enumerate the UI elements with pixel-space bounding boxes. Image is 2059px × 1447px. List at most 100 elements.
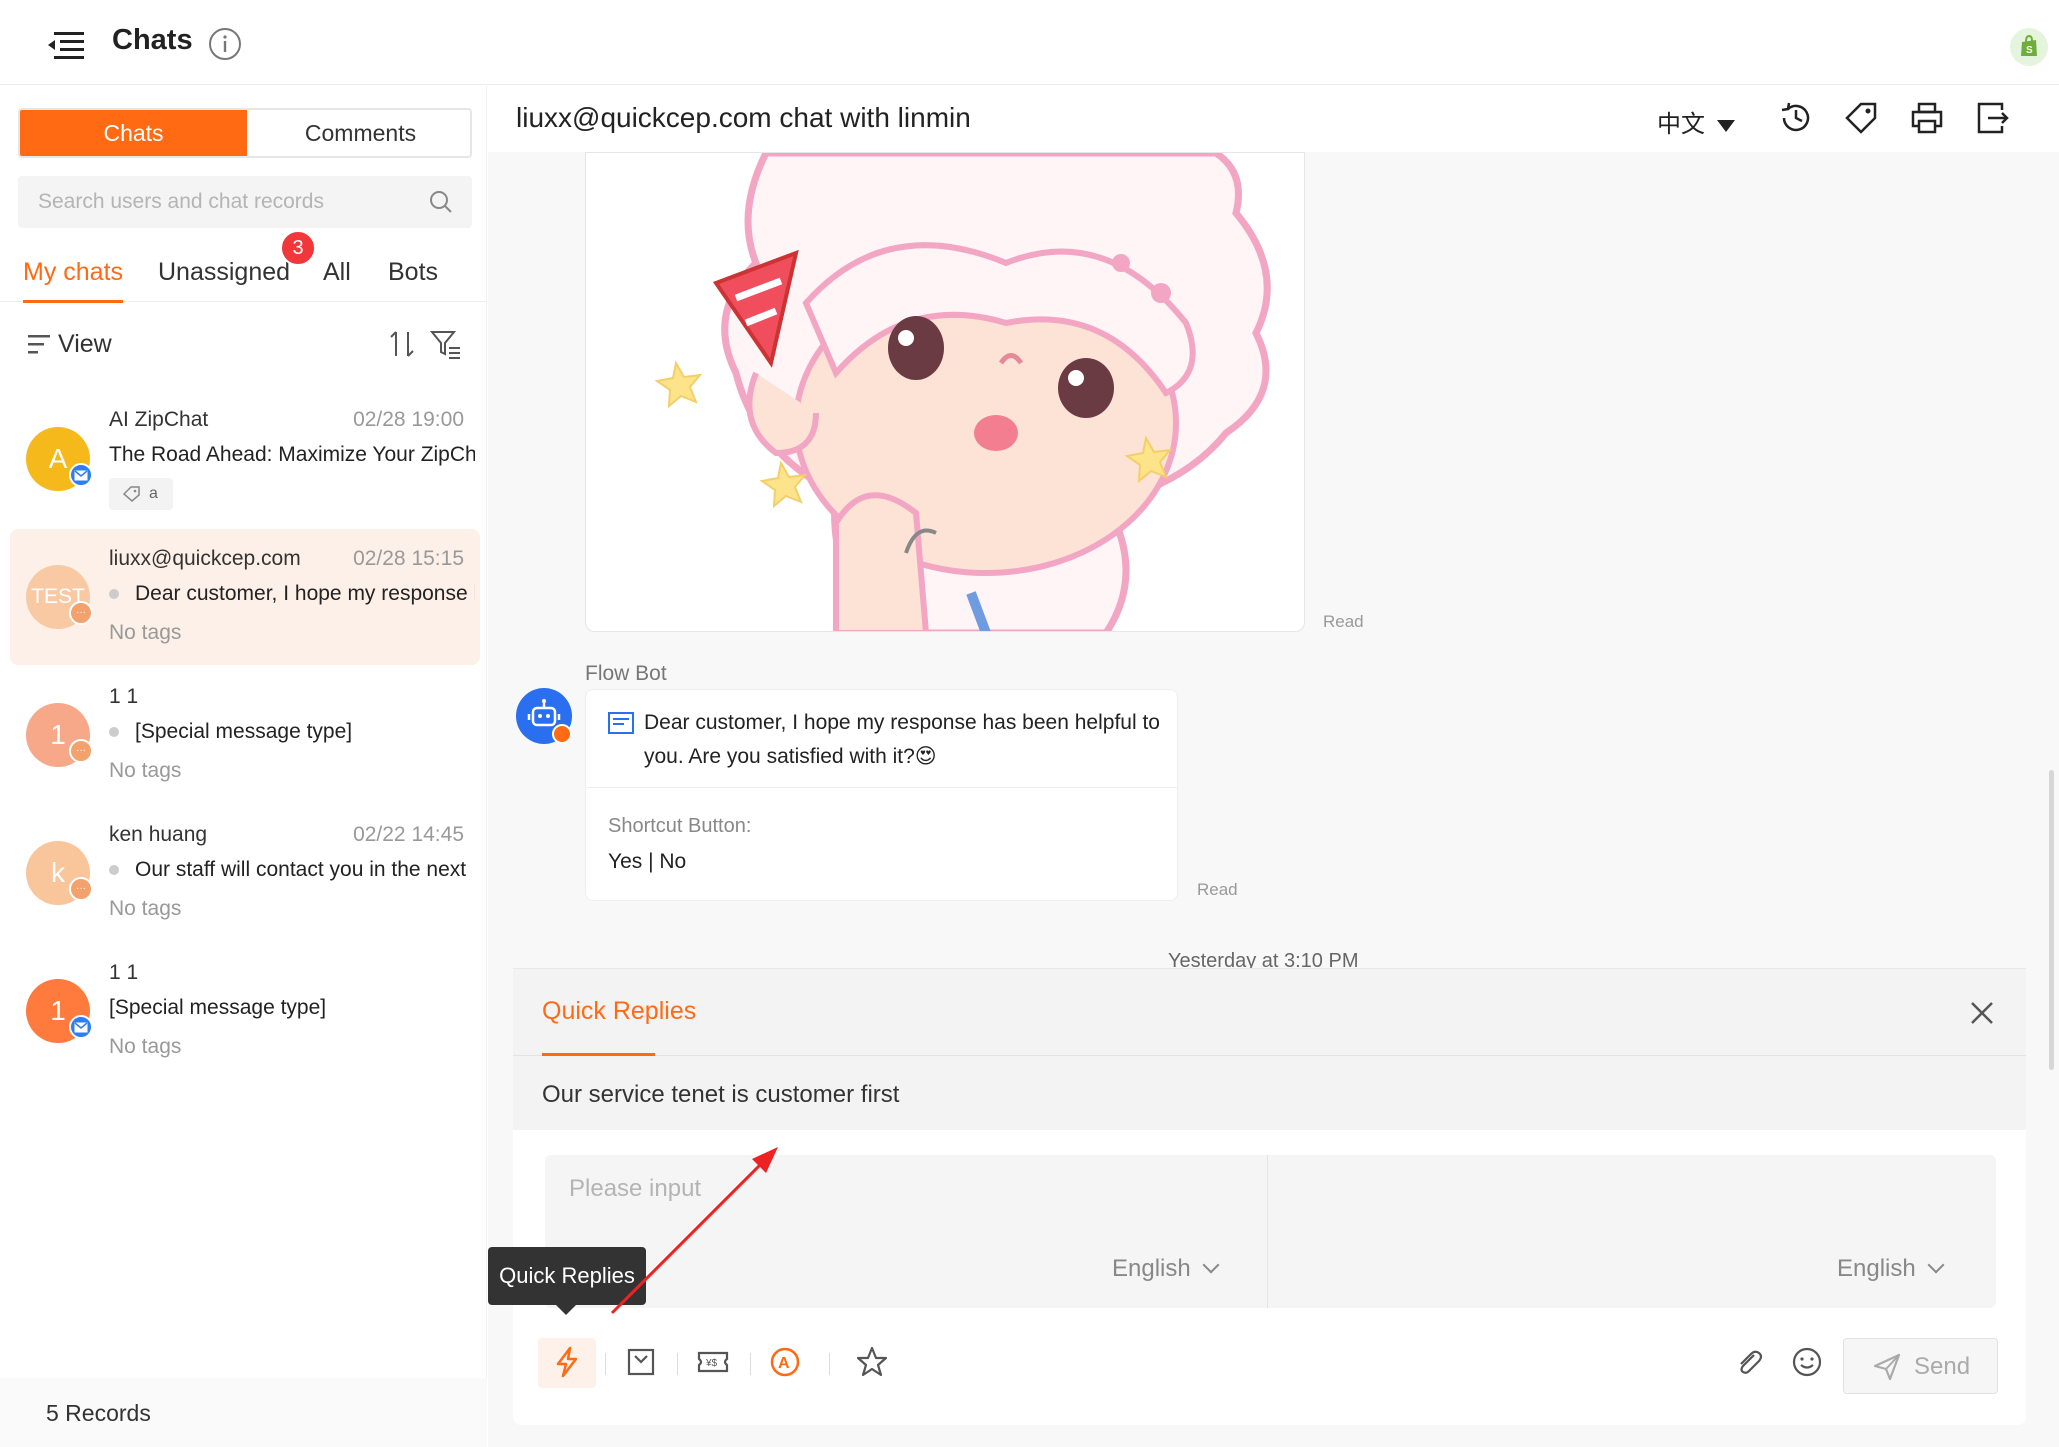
emoji-icon[interactable] bbox=[1790, 1345, 1824, 1379]
divider bbox=[513, 1055, 2026, 1056]
chat-tags: No tags bbox=[109, 621, 182, 644]
chat-icon: ··· bbox=[69, 739, 93, 763]
send-icon bbox=[1873, 1353, 1901, 1381]
scrollbar[interactable] bbox=[2049, 770, 2054, 1070]
close-icon[interactable] bbox=[1968, 999, 1996, 1027]
star-icon[interactable] bbox=[855, 1345, 889, 1379]
ai-assistant-icon[interactable]: A bbox=[768, 1345, 802, 1379]
status-dot bbox=[109, 589, 119, 600]
chat-header: liuxx@quickcep.com chat with linmin 中文 bbox=[488, 86, 2059, 152]
tab-chats[interactable]: Chats bbox=[20, 110, 247, 156]
chat-tags: No tags bbox=[109, 759, 182, 782]
quick-replies-title[interactable]: Quick Replies bbox=[542, 997, 696, 1026]
records-footer: 5 Records bbox=[0, 1378, 487, 1447]
divider bbox=[677, 1353, 678, 1375]
menu-collapse-icon[interactable] bbox=[46, 28, 86, 64]
view-label[interactable]: View bbox=[58, 330, 112, 359]
svg-text:S: S bbox=[2026, 45, 2033, 56]
source-language-select[interactable]: English bbox=[1112, 1255, 1220, 1283]
tag-icon bbox=[123, 486, 140, 502]
divider bbox=[586, 787, 1177, 788]
chat-preview: Dear customer, I hope my response has be… bbox=[109, 582, 475, 606]
shortcut-buttons[interactable]: Yes | No bbox=[608, 850, 686, 874]
divider bbox=[750, 1353, 751, 1375]
search-input[interactable]: Search users and chat records bbox=[18, 176, 472, 228]
exit-icon[interactable] bbox=[1974, 100, 2010, 136]
chat-list-item[interactable]: A AI ZipChat 02/28 19:00 The Road Ahead:… bbox=[10, 393, 480, 529]
sticker-image bbox=[586, 153, 1304, 631]
status-dot bbox=[109, 727, 119, 738]
message-input[interactable]: Please input English English bbox=[545, 1155, 1996, 1308]
mail-icon bbox=[69, 463, 93, 487]
page-title: Chats bbox=[112, 24, 193, 56]
bot-avatar bbox=[516, 688, 572, 744]
svg-text:¥$: ¥$ bbox=[705, 1358, 718, 1369]
chat-time: 02/28 15:15 bbox=[353, 547, 464, 570]
tag-icon[interactable] bbox=[1843, 100, 1879, 136]
ticket-icon[interactable]: ¥$ bbox=[696, 1345, 730, 1379]
bot-message-bubble: Dear customer, I hope my response has be… bbox=[585, 689, 1178, 901]
chat-list-item[interactable]: 1 1 1 [Special message type] No tags bbox=[10, 943, 480, 1079]
attachment-icon[interactable] bbox=[1732, 1345, 1766, 1379]
chat-preview: [Special message type] bbox=[109, 996, 327, 1019]
mail-icon bbox=[69, 1015, 93, 1039]
records-count: 5 Records bbox=[46, 1400, 151, 1426]
target-language-select[interactable]: English bbox=[1837, 1255, 1945, 1283]
chat-icon: ··· bbox=[69, 877, 93, 901]
chat-list-item[interactable]: 1 ··· 1 1 [Special message type] No tags bbox=[10, 667, 480, 803]
chat-time: 02/22 14:45 bbox=[353, 823, 464, 846]
chat-time: 02/28 19:00 bbox=[353, 408, 464, 431]
chat-preview: [Special message type] bbox=[109, 720, 475, 744]
tab-unassigned[interactable]: Unassigned bbox=[158, 258, 290, 287]
chat-type-switch: Chats Comments bbox=[18, 108, 472, 158]
send-label: Send bbox=[1914, 1353, 1971, 1380]
list-view-icon[interactable] bbox=[28, 332, 54, 356]
filter-icon[interactable] bbox=[430, 328, 462, 360]
quick-replies-tooltip: Quick Replies bbox=[488, 1247, 646, 1315]
tab-comments[interactable]: Comments bbox=[247, 110, 470, 156]
info-icon[interactable] bbox=[208, 27, 242, 61]
divider bbox=[1267, 1155, 1268, 1308]
history-icon[interactable] bbox=[1778, 100, 1814, 136]
search-icon[interactable] bbox=[428, 189, 454, 215]
sort-icon[interactable] bbox=[388, 328, 416, 360]
tab-my-chats[interactable]: My chats bbox=[23, 258, 124, 303]
tab-all[interactable]: All bbox=[323, 258, 351, 287]
send-button[interactable]: Send bbox=[1843, 1338, 1998, 1394]
active-tab-indicator bbox=[542, 1053, 655, 1056]
tag-label: a bbox=[149, 485, 158, 502]
read-status: Read bbox=[1197, 880, 1238, 899]
tab-bots[interactable]: Bots bbox=[388, 258, 438, 287]
chat-name: 1 1 bbox=[109, 685, 139, 708]
chat-tags: No tags bbox=[109, 1035, 182, 1058]
unassigned-count-badge: 3 bbox=[280, 230, 316, 266]
image-message[interactable] bbox=[585, 152, 1305, 632]
save-icon[interactable] bbox=[624, 1345, 658, 1379]
chat-name: liuxx@quickcep.com bbox=[109, 547, 301, 570]
language-select[interactable]: 中文 bbox=[1657, 104, 1735, 139]
chevron-down-icon bbox=[1927, 1256, 1945, 1274]
chat-icon: ··· bbox=[69, 601, 93, 625]
shopify-icon[interactable]: S bbox=[2010, 28, 2048, 66]
print-icon[interactable] bbox=[1909, 100, 1945, 136]
read-status: Read bbox=[1323, 612, 1364, 631]
chat-list-item[interactable]: TEST ··· liuxx@quickcep.com 02/28 15:15 … bbox=[10, 529, 480, 665]
divider bbox=[829, 1353, 830, 1375]
shortcut-label: Shortcut Button: bbox=[608, 815, 752, 837]
chat-name: ken huang bbox=[109, 823, 208, 846]
quick-reply-item[interactable]: Our service tenet is customer first bbox=[542, 1081, 899, 1109]
sender-name: Flow Bot bbox=[585, 662, 667, 685]
view-row: View bbox=[0, 318, 487, 372]
divider bbox=[605, 1353, 606, 1375]
top-header: Chats S bbox=[0, 0, 2059, 85]
svg-text:A: A bbox=[778, 1355, 790, 1372]
input-placeholder: Please input bbox=[569, 1175, 702, 1202]
document-icon bbox=[608, 712, 634, 734]
chat-filter-tabs: My chats Unassigned All Bots bbox=[0, 250, 487, 303]
lightning-icon[interactable] bbox=[550, 1345, 584, 1379]
chat-preview: Our staff will contact you in the next bbox=[109, 858, 475, 882]
chat-list-item[interactable]: k ··· ken huang 02/22 14:45 Our staff wi… bbox=[10, 805, 480, 941]
tag-chip[interactable]: a bbox=[109, 478, 173, 510]
chat-name: AI ZipChat bbox=[109, 408, 209, 431]
chat-title: liuxx@quickcep.com chat with linmin bbox=[516, 102, 971, 133]
